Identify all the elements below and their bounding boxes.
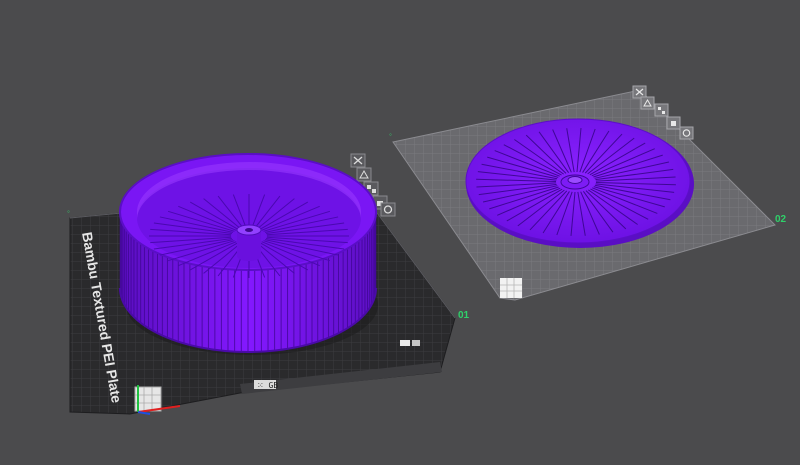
bowl-model[interactable]: [119, 153, 378, 355]
plate-02-number: 02: [775, 214, 787, 225]
settings-icon[interactable]: [679, 126, 694, 140]
lock-icon[interactable]: [666, 116, 681, 130]
auto-orient-icon[interactable]: [356, 167, 372, 182]
plate-01-number: 01: [458, 310, 470, 321]
close-icon[interactable]: [350, 153, 366, 168]
plate-02-origin-marker: ◦: [389, 130, 392, 139]
plate-02-marker-icon: [500, 278, 522, 298]
lid-disc-model[interactable]: [465, 118, 694, 248]
plate-marker-icon: [400, 340, 410, 346]
plate-bottom-bar-text: ⁙ GB: [257, 381, 278, 390]
close-icon[interactable]: [632, 85, 647, 99]
auto-orient-icon[interactable]: [640, 96, 655, 110]
arrange-icon[interactable]: [654, 103, 669, 117]
settings-icon[interactable]: [380, 202, 396, 217]
plate-01-origin-marker: ◦: [67, 207, 70, 216]
3d-viewport[interactable]: ⁙ GB Bambu Textured PEI Plate 01 ◦ 02 ◦: [0, 0, 800, 465]
